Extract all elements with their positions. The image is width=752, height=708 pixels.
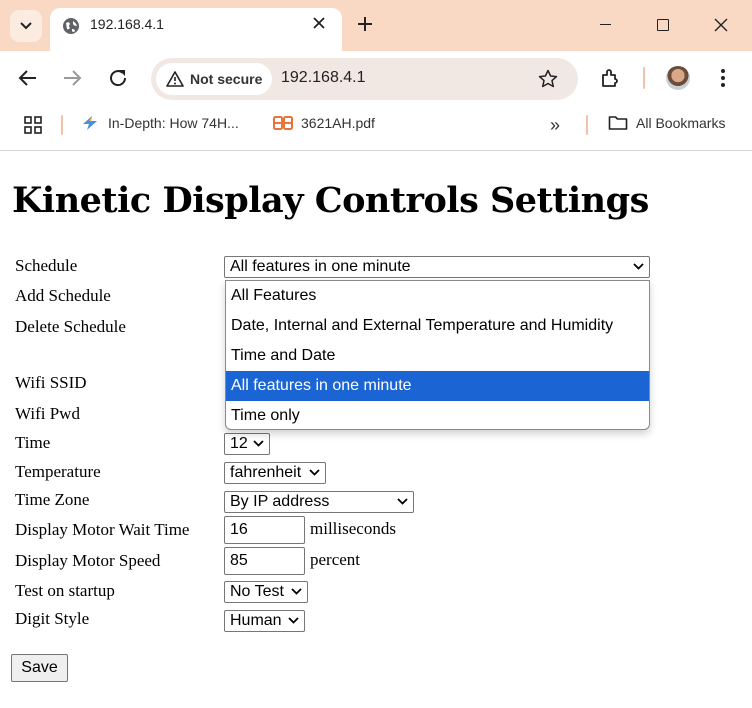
motor-wait-value: 16	[230, 521, 248, 538]
apps-grid-icon[interactable]	[24, 116, 42, 134]
warning-icon	[166, 71, 184, 87]
time-format-select[interactable]: 12	[224, 433, 270, 455]
schedule-dropdown-list: All Features Date, Internal and External…	[225, 280, 650, 430]
motor-speed-label: Display Motor Speed	[15, 551, 161, 570]
time-zone-label: Time Zone	[15, 490, 90, 509]
bookmarks-bar: In-Depth: How 74H... 3621AH.pdf » All Bo…	[0, 105, 752, 145]
temperature-select[interactable]: fahrenheit	[224, 462, 326, 484]
new-tab-icon[interactable]	[356, 15, 374, 33]
schedule-select[interactable]: All features in one minute	[224, 256, 650, 278]
lightning-icon	[80, 115, 100, 131]
wifi-ssid-label: Wifi SSID	[15, 373, 87, 392]
folder-icon	[608, 115, 628, 131]
window-close-icon[interactable]	[714, 18, 728, 32]
chevron-down-icon	[397, 498, 408, 505]
security-label: Not secure	[190, 71, 263, 87]
motor-speed-value: 85	[230, 552, 248, 569]
minimize-icon[interactable]	[600, 24, 611, 25]
chevron-down-icon	[633, 263, 644, 270]
schedule-label: Schedule	[15, 256, 78, 275]
all-bookmarks-label: All Bookmarks	[636, 115, 726, 131]
bookmark-item[interactable]: 3621AH.pdf	[273, 115, 375, 131]
browser-toolbar: Not secure 192.168.4.1	[0, 51, 752, 105]
chevron-down-icon	[20, 22, 32, 30]
extensions-icon[interactable]	[600, 67, 622, 89]
motor-wait-label: Display Motor Wait Time	[15, 520, 190, 539]
back-arrow-icon[interactable]	[18, 68, 38, 88]
chrome-divider	[0, 150, 752, 151]
time-zone-select[interactable]: By IP address	[224, 491, 414, 513]
all-bookmarks-button[interactable]: All Bookmarks	[608, 115, 725, 131]
save-button[interactable]: Save	[11, 654, 68, 682]
wifi-pwd-label: Wifi Pwd	[15, 404, 80, 423]
bookmark-label: 3621AH.pdf	[301, 115, 375, 131]
test-startup-value: No Test	[230, 583, 284, 600]
digit-style-select[interactable]: Human	[224, 610, 305, 632]
address-bar[interactable]: Not secure 192.168.4.1	[151, 58, 578, 100]
motor-speed-unit: percent	[310, 550, 361, 569]
maximize-icon[interactable]	[657, 19, 669, 31]
more-bookmarks-icon[interactable]: »	[550, 115, 560, 136]
forward-arrow-icon[interactable]	[62, 68, 82, 88]
bookmark-item[interactable]: In-Depth: How 74H...	[80, 115, 239, 131]
temperature-label: Temperature	[15, 462, 101, 481]
test-startup-label: Test on startup	[15, 581, 115, 600]
security-chip[interactable]: Not secure	[156, 63, 272, 95]
chevron-down-icon	[253, 440, 264, 447]
toolbar-divider	[643, 67, 645, 89]
delete-schedule-label: Delete Schedule	[15, 317, 126, 336]
pdf-icon	[273, 115, 293, 131]
page-title: Kinetic Display Controls Settings	[12, 180, 649, 221]
test-startup-select[interactable]: No Test	[224, 581, 308, 603]
time-format-value: 12	[230, 435, 248, 452]
url-text[interactable]: 192.168.4.1	[281, 69, 366, 87]
add-schedule-label: Add Schedule	[15, 286, 111, 305]
profile-avatar[interactable]	[666, 66, 690, 90]
schedule-option[interactable]: Time and Date	[226, 341, 649, 371]
chevron-down-icon	[288, 617, 299, 624]
schedule-option[interactable]: Time only	[226, 401, 649, 429]
tab-search-button[interactable]	[10, 10, 42, 42]
kebab-menu-icon[interactable]	[720, 68, 726, 88]
schedule-option-selected[interactable]: All features in one minute	[226, 371, 649, 401]
motor-wait-unit: milliseconds	[310, 519, 396, 538]
schedule-value: All features in one minute	[230, 258, 411, 275]
browser-tab[interactable]: 192.168.4.1	[50, 8, 342, 51]
chevron-down-icon	[291, 588, 302, 595]
schedule-option[interactable]: Date, Internal and External Temperature …	[226, 311, 649, 341]
tab-title: 192.168.4.1	[90, 16, 164, 32]
temperature-value: fahrenheit	[230, 464, 302, 481]
time-zone-value: By IP address	[230, 493, 330, 510]
chevron-down-icon	[309, 469, 320, 476]
schedule-option[interactable]: All Features	[226, 281, 649, 311]
time-label: Time	[15, 433, 51, 452]
close-tab-icon[interactable]	[312, 16, 326, 30]
bookmarks-divider	[586, 115, 588, 135]
bookmark-label: In-Depth: How 74H...	[108, 115, 239, 131]
motor-speed-input[interactable]: 85	[224, 547, 305, 575]
reload-icon[interactable]	[107, 67, 129, 89]
digit-style-label: Digit Style	[15, 609, 90, 628]
digit-style-value: Human	[230, 612, 282, 629]
bookmark-star-icon[interactable]	[538, 69, 558, 89]
tab-strip: 192.168.4.1	[0, 0, 752, 51]
motor-wait-input[interactable]: 16	[224, 516, 305, 544]
bookmarks-divider	[61, 115, 63, 135]
globe-icon	[63, 18, 79, 34]
